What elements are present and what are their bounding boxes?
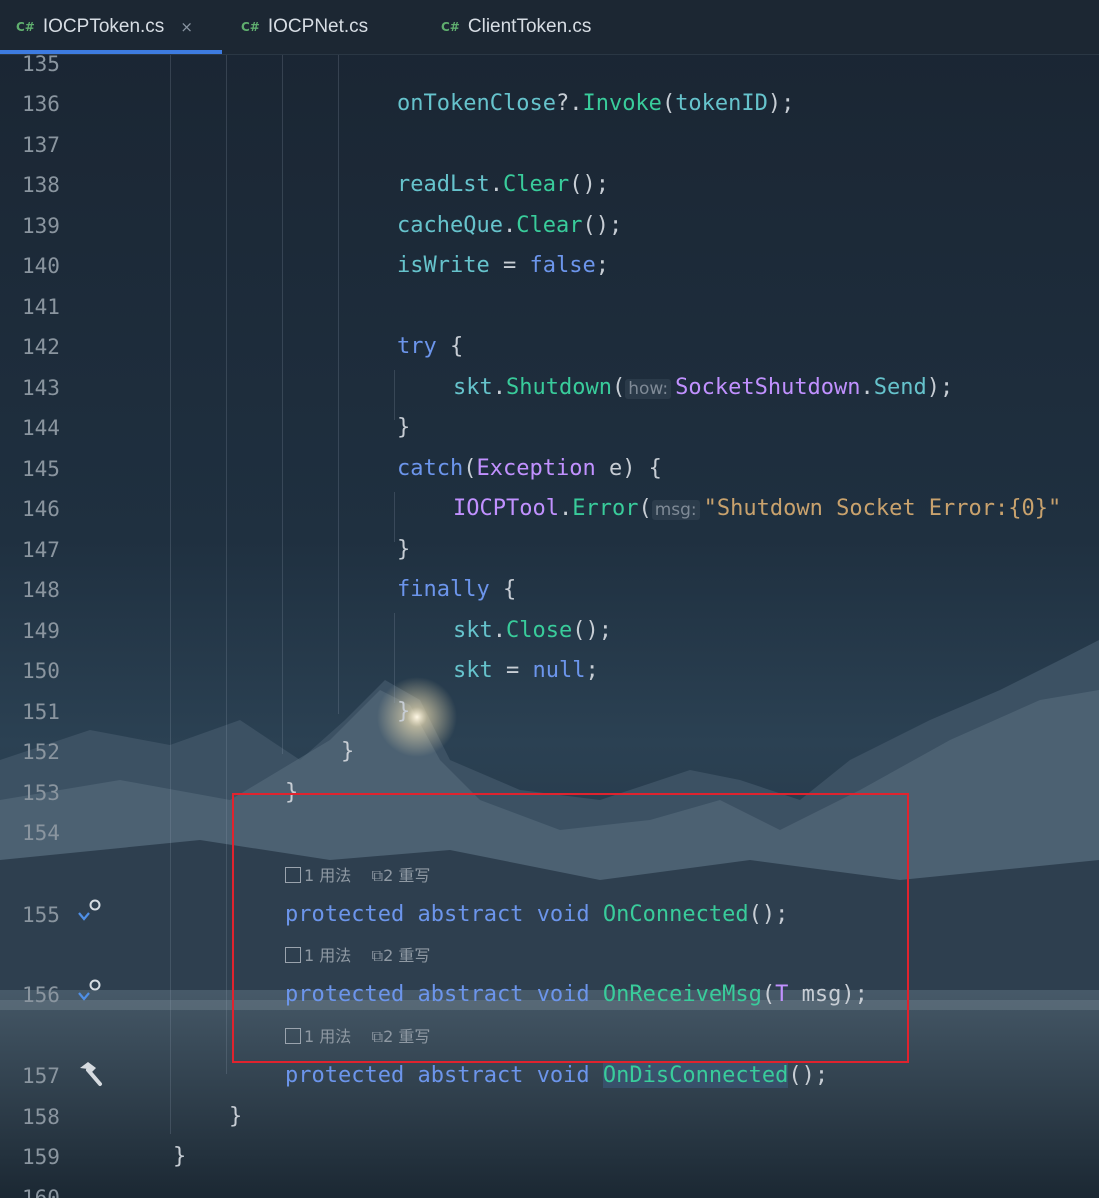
code-line-150: skt = null;	[453, 658, 599, 683]
tab-label: IOCPToken.cs	[42, 16, 165, 37]
tab-iocptoken[interactable]: C# IOCPToken.cs ×	[16, 0, 193, 54]
tab-label: IOCPNet.cs	[267, 16, 369, 37]
code-line-140: isWrite = false;	[397, 253, 609, 278]
code-line-152: }	[341, 739, 355, 764]
code-line-146: IOCPTool.Error(msg: "Shutdown Socket Erro…	[453, 496, 1062, 521]
annotation-highlight-box	[232, 793, 909, 1063]
editor-tab-bar: C# IOCPToken.cs × C# IOCPNet.cs C# Clien…	[0, 0, 1099, 55]
tab-iocpnet[interactable]: C# IOCPNet.cs	[241, 0, 368, 54]
code-line-149: skt.Close();	[453, 618, 612, 643]
csharp-file-icon: C#	[16, 20, 35, 34]
code-line-145: catch(Exception e) {	[397, 456, 662, 481]
parameter-hint: how:	[625, 379, 672, 399]
highlighted-symbol: OnDisConnected	[602, 1063, 789, 1088]
csharp-file-icon: C#	[241, 20, 260, 34]
tab-label: ClientToken.cs	[467, 16, 592, 37]
active-tab-indicator	[0, 50, 222, 54]
code-line-147: }	[397, 537, 411, 562]
parameter-hint: msg:	[651, 500, 700, 520]
code-line-139: cacheQue.Clear();	[397, 213, 623, 238]
code-line-138: readLst.Clear();	[397, 172, 609, 197]
code-line-136: onTokenClose?.Invoke(tokenID);	[397, 91, 795, 116]
code-line-143: skt.Shutdown(how: SocketShutdown.Send);	[453, 375, 954, 400]
code-line-148: finally {	[397, 577, 517, 602]
code-line-151: }	[397, 699, 411, 724]
code-line-159: }	[173, 1144, 187, 1169]
close-tab-icon[interactable]: ×	[180, 18, 193, 36]
code-line-158: }	[229, 1104, 243, 1129]
csharp-file-icon: C#	[441, 20, 460, 34]
tab-clienttoken[interactable]: C# ClientToken.cs	[441, 0, 591, 54]
code-line-142: try {	[397, 334, 464, 359]
code-line-144: }	[397, 415, 411, 440]
